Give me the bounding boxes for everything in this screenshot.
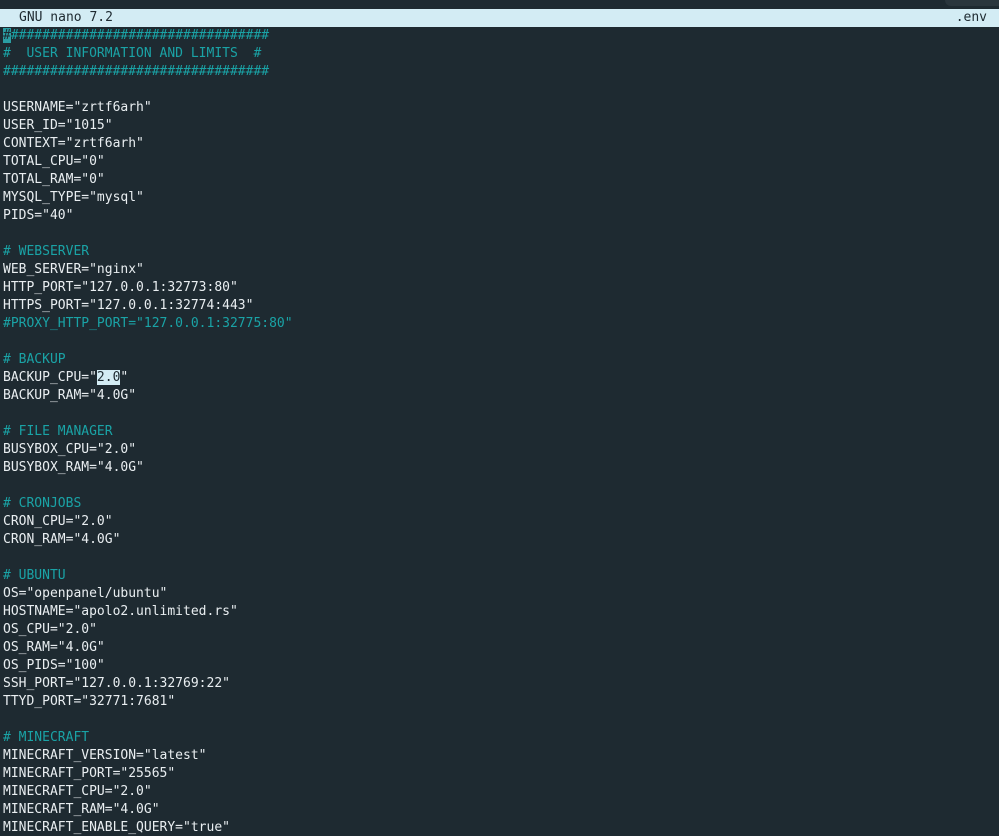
config-line[interactable]: MINECRAFT_RAM="4.0G" bbox=[3, 801, 999, 819]
file-name-label: .env bbox=[955, 10, 987, 25]
config-line[interactable]: TOTAL_RAM="0" bbox=[3, 171, 999, 189]
config-line[interactable]: OS_CPU="2.0" bbox=[3, 621, 999, 639]
app-version-label: GNU nano 7.2 bbox=[19, 10, 113, 25]
comment-line[interactable]: # CRONJOBS bbox=[3, 495, 999, 513]
comment-line[interactable]: # MINECRAFT bbox=[3, 729, 999, 747]
config-line[interactable]: MINECRAFT_PORT="25565" bbox=[3, 765, 999, 783]
config-line[interactable]: HTTPS_PORT="127.0.0.1:32774:443" bbox=[3, 297, 999, 315]
config-line[interactable]: MYSQL_TYPE="mysql" bbox=[3, 189, 999, 207]
comment-line[interactable]: # USER INFORMATION AND LIMITS # bbox=[3, 45, 999, 63]
config-line[interactable]: HTTP_PORT="127.0.0.1:32773:80" bbox=[3, 279, 999, 297]
comment-line[interactable]: # WEBSERVER bbox=[3, 243, 999, 261]
config-line[interactable]: CONTEXT="zrtf6arh" bbox=[3, 135, 999, 153]
blank-line[interactable] bbox=[3, 711, 999, 729]
config-line[interactable]: BACKUP_CPU="2.0" bbox=[3, 369, 999, 387]
config-line[interactable]: USER_ID="1015" bbox=[3, 117, 999, 135]
blank-line[interactable] bbox=[3, 225, 999, 243]
comment-line[interactable]: ################################## bbox=[3, 27, 999, 45]
blank-line[interactable] bbox=[3, 549, 999, 567]
config-line[interactable]: USERNAME="zrtf6arh" bbox=[3, 99, 999, 117]
config-line[interactable]: CRON_RAM="4.0G" bbox=[3, 531, 999, 549]
top-strip bbox=[0, 0, 999, 9]
selected-text: 2.0 bbox=[96, 370, 121, 385]
comment-line[interactable]: ################################## bbox=[3, 63, 999, 81]
nano-title-bar: GNU nano 7.2 .env bbox=[0, 9, 999, 27]
config-line[interactable]: WEB_SERVER="nginx" bbox=[3, 261, 999, 279]
editor-text-area[interactable]: ################################## # USER… bbox=[0, 27, 999, 836]
comment-line[interactable]: # UBUNTU bbox=[3, 567, 999, 585]
config-line[interactable]: HOSTNAME="apolo2.unlimited.rs" bbox=[3, 603, 999, 621]
window-corner-tab bbox=[945, 0, 999, 6]
comment-line[interactable]: # FILE MANAGER bbox=[3, 423, 999, 441]
config-line[interactable]: OS_RAM="4.0G" bbox=[3, 639, 999, 657]
blank-line[interactable] bbox=[3, 477, 999, 495]
comment-line[interactable]: #PROXY_HTTP_PORT="127.0.0.1:32775:80" bbox=[3, 315, 999, 333]
config-line[interactable]: MINECRAFT_CPU="2.0" bbox=[3, 783, 999, 801]
nano-editor-window: GNU nano 7.2 .env ######################… bbox=[0, 0, 999, 836]
config-line[interactable]: MINECRAFT_VERSION="latest" bbox=[3, 747, 999, 765]
blank-line[interactable] bbox=[3, 333, 999, 351]
config-line[interactable]: BUSYBOX_CPU="2.0" bbox=[3, 441, 999, 459]
config-line[interactable]: PIDS="40" bbox=[3, 207, 999, 225]
config-line[interactable]: TTYD_PORT="32771:7681" bbox=[3, 693, 999, 711]
blank-line[interactable] bbox=[3, 405, 999, 423]
blank-line[interactable] bbox=[3, 81, 999, 99]
text-cursor: # bbox=[3, 28, 11, 43]
comment-line[interactable]: # BACKUP bbox=[3, 351, 999, 369]
config-line[interactable]: SSH_PORT="127.0.0.1:32769:22" bbox=[3, 675, 999, 693]
config-line[interactable]: MINECRAFT_ENABLE_QUERY="true" bbox=[3, 819, 999, 836]
config-line[interactable]: BUSYBOX_RAM="4.0G" bbox=[3, 459, 999, 477]
config-line[interactable]: BACKUP_RAM="4.0G" bbox=[3, 387, 999, 405]
config-line[interactable]: TOTAL_CPU="0" bbox=[3, 153, 999, 171]
config-line[interactable]: OS_PIDS="100" bbox=[3, 657, 999, 675]
config-line[interactable]: CRON_CPU="2.0" bbox=[3, 513, 999, 531]
config-line[interactable]: OS="openpanel/ubuntu" bbox=[3, 585, 999, 603]
